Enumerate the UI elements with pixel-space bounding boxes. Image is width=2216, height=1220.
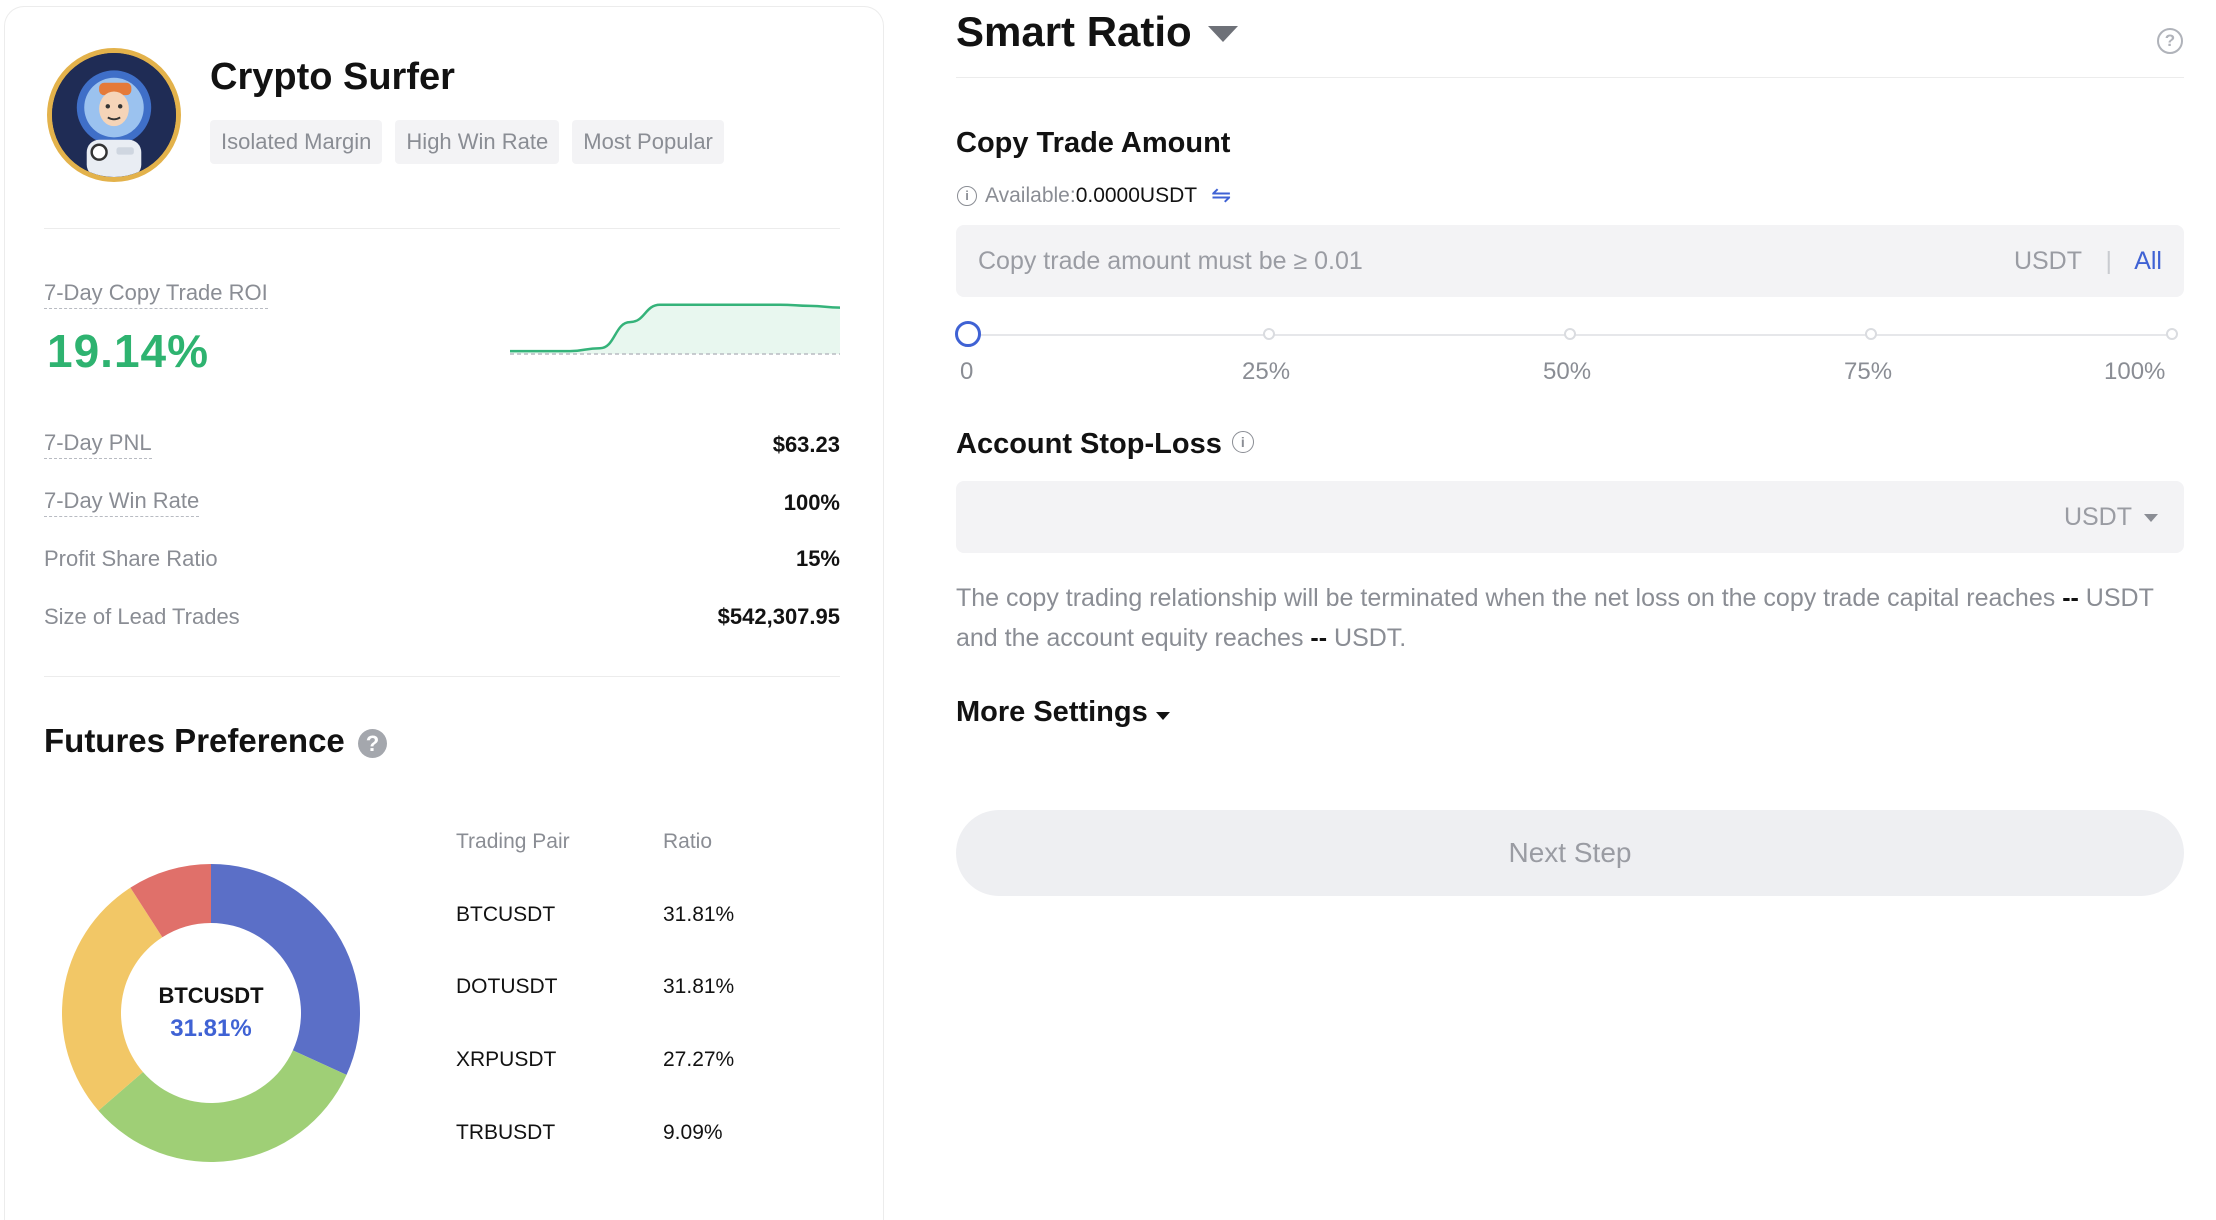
- divider: [956, 77, 2184, 78]
- stat-row-profit-share: Profit Share Ratio 15%: [44, 546, 840, 572]
- copy-amount-field[interactable]: USDT | All: [956, 225, 2184, 297]
- unit-label: USDT: [2063, 503, 2132, 531]
- tag-high-win-rate: High Win Rate: [395, 120, 560, 164]
- ratio-cell: 27.27%: [663, 1048, 735, 1071]
- slider-mark-25[interactable]: [1263, 328, 1275, 340]
- trader-tags: Isolated Margin High Win Rate Most Popul…: [210, 120, 724, 164]
- desc-value: --: [2062, 584, 2079, 612]
- info-icon[interactable]: i: [1231, 431, 1254, 454]
- stat-label[interactable]: 7-Day Win Rate: [44, 488, 200, 517]
- sparkline-area: [510, 304, 840, 354]
- tag-isolated-margin: Isolated Margin: [210, 120, 383, 164]
- roi-value: 19.14%: [47, 325, 210, 377]
- pair-cell: BTCUSDT: [456, 903, 556, 926]
- caret-down-icon: [1155, 711, 1170, 720]
- stat-value: $63.23: [772, 431, 840, 457]
- column-header-ratio: Ratio: [663, 830, 713, 853]
- stat-label: Size of Lead Trades: [44, 604, 240, 629]
- ratio-cell: 31.81%: [663, 903, 735, 926]
- help-icon[interactable]: ?: [358, 729, 387, 758]
- stat-label: Profit Share Ratio: [44, 546, 218, 571]
- desc-text: The copy trading relationship will be te…: [956, 584, 2063, 612]
- unit-separator: |: [2105, 247, 2113, 275]
- pair-cell: XRPUSDT: [456, 1048, 557, 1071]
- slider-label-25[interactable]: 25%: [1242, 358, 1290, 386]
- futures-preference-title: Futures Preference: [44, 722, 345, 759]
- pair-cell: DOTUSDT: [456, 975, 558, 998]
- stat-value: $542,307.95: [717, 604, 840, 629]
- divider: [44, 676, 840, 677]
- desc-value: --: [1310, 624, 1328, 652]
- stop-loss-description: The copy trading relationship will be te…: [956, 578, 2184, 658]
- amount-slider-handle[interactable]: [955, 321, 981, 347]
- stat-value: 15%: [795, 546, 840, 571]
- slider-mark-50[interactable]: [1564, 328, 1576, 340]
- copy-amount-input[interactable]: [978, 225, 1878, 297]
- stat-value: 100%: [783, 489, 840, 515]
- stop-loss-unit-dropdown[interactable]: USDT: [2064, 503, 2158, 532]
- slider-label-100[interactable]: 100%: [2104, 358, 2165, 386]
- next-step-button[interactable]: Next Step: [956, 810, 2184, 896]
- slider-label-0[interactable]: 0: [960, 358, 973, 386]
- ratio-cell: 31.81%: [663, 975, 735, 998]
- astronaut-avatar-icon: [52, 53, 176, 177]
- trader-avatar[interactable]: [47, 48, 181, 182]
- donut-slice-btcusdt[interactable]: [211, 864, 360, 1075]
- stat-row-pnl: 7-Day PNL $63.23: [44, 430, 840, 459]
- more-settings-label: More Settings: [956, 696, 1148, 728]
- slider-label-50[interactable]: 50%: [1543, 358, 1591, 386]
- ratio-cell: 9.09%: [663, 1121, 723, 1144]
- stop-loss-input[interactable]: [978, 481, 1878, 553]
- column-header-pair: Trading Pair: [456, 830, 570, 853]
- slider-mark-75[interactable]: [1865, 328, 1877, 340]
- chevron-down-icon: [1207, 26, 1238, 42]
- transfer-icon[interactable]: ⇋: [1211, 181, 1231, 210]
- desc-text: USDT.: [1327, 624, 1407, 652]
- stat-row-lead-size: Size of Lead Trades $542,307.95: [44, 604, 840, 630]
- roi-label[interactable]: 7-Day Copy Trade ROI: [44, 280, 268, 309]
- stop-loss-field[interactable]: USDT: [956, 481, 2184, 553]
- account-stop-loss-label: Account Stop-Loss: [956, 428, 1222, 460]
- available-label: Available:: [985, 183, 1076, 207]
- info-icon: i: [957, 185, 977, 206]
- more-settings-toggle[interactable]: More Settings: [956, 696, 1170, 729]
- slider-mark-100[interactable]: [2166, 328, 2178, 340]
- futures-preference-donut-chart[interactable]: [62, 864, 360, 1162]
- smart-ratio-title: Smart Ratio: [956, 8, 1192, 55]
- copy-trade-amount-label: Copy Trade Amount: [956, 127, 1231, 159]
- slider-label-75[interactable]: 75%: [1844, 358, 1892, 386]
- question-icon[interactable]: ?: [2157, 28, 2183, 54]
- account-stop-loss-heading: Account Stop-Loss i: [956, 428, 1254, 461]
- all-button[interactable]: All: [2134, 247, 2162, 276]
- divider: [44, 228, 840, 229]
- pair-cell: TRBUSDT: [456, 1121, 556, 1144]
- unit-label: USDT: [2013, 247, 2082, 275]
- available-value: 0.0000USDT: [1075, 183, 1198, 207]
- available-balance: i Available: 0.0000USDT ⇋: [957, 181, 1231, 210]
- smart-ratio-dropdown[interactable]: Smart Ratio: [956, 8, 1238, 56]
- stat-row-win-rate: 7-Day Win Rate 100%: [44, 488, 840, 517]
- trader-name: Crypto Surfer: [210, 56, 455, 98]
- stat-label[interactable]: 7-Day PNL: [44, 430, 152, 459]
- tag-most-popular: Most Popular: [572, 120, 724, 164]
- caret-down-icon: [2144, 513, 2158, 522]
- roi-sparkline: [510, 303, 840, 355]
